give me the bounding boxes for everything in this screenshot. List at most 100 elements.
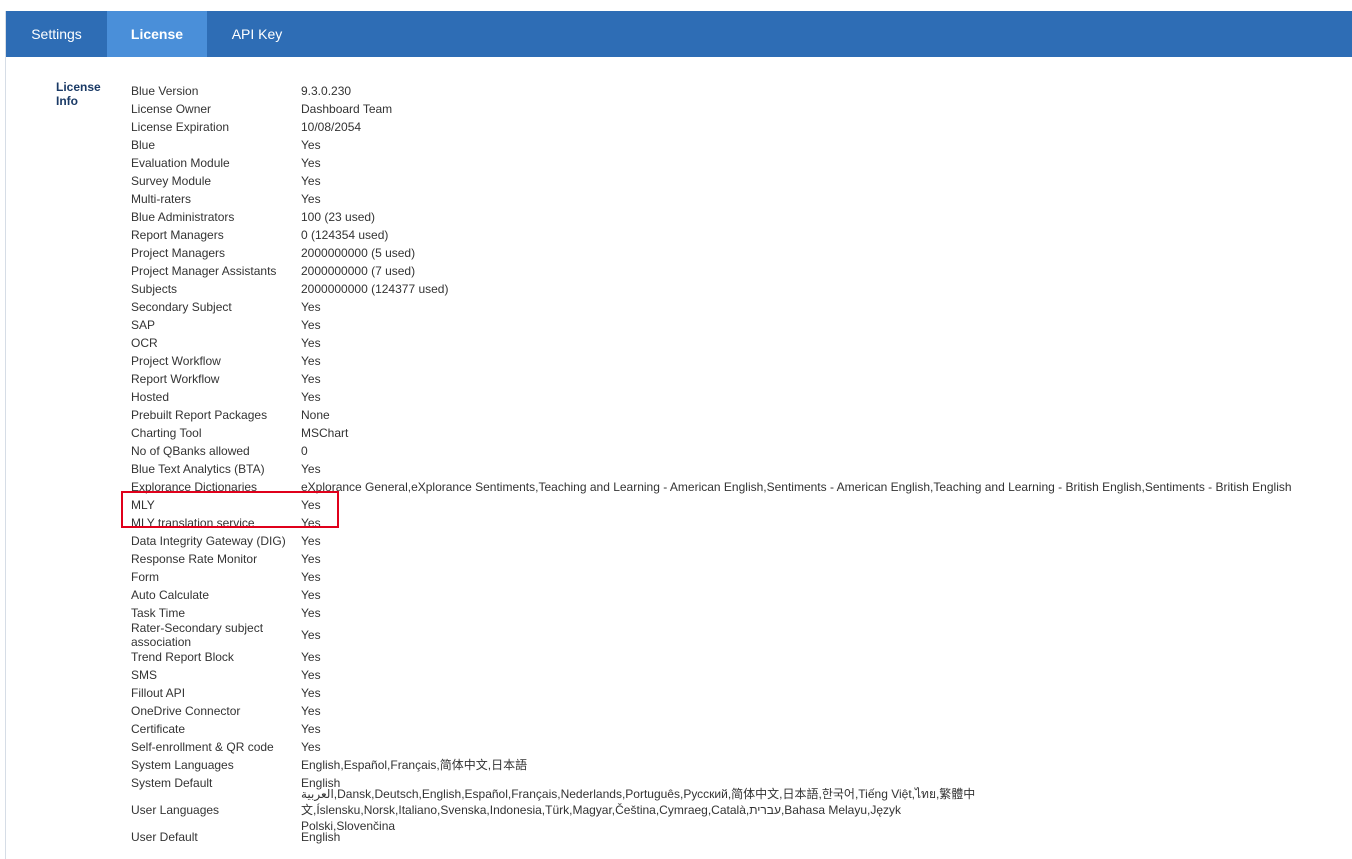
row-value: 2000000000 (5 used)	[301, 246, 416, 260]
row-key: Subjects	[131, 282, 178, 296]
row-project-workflow: Project Workflow Yes	[131, 352, 1351, 370]
row-value: MSChart	[301, 426, 349, 440]
row-key: Project Workflow	[131, 354, 221, 368]
row-subjects: Subjects 2000000000 (124377 used)	[131, 280, 1351, 298]
row-value: Yes	[301, 156, 321, 170]
row-key: Trend Report Block	[131, 650, 234, 664]
row-value: English	[301, 830, 341, 844]
row-value: English,Español,Français,简体中文,日本語	[301, 758, 528, 772]
row-key: Certificate	[131, 722, 186, 736]
row-key: Rater-Secondary subject association	[131, 621, 264, 649]
row-certificate: Certificate Yes	[131, 720, 1351, 738]
row-key: SMS	[131, 668, 158, 682]
row-explorance-dictionaries: Explorance Dictionaries eXplorance Genera…	[131, 478, 1351, 496]
row-key: Blue	[131, 138, 156, 152]
row-key: Blue Administrators	[131, 210, 235, 224]
row-form: Form Yes	[131, 568, 1351, 586]
row-value: Yes	[301, 336, 321, 350]
row-value: Yes	[301, 686, 321, 700]
tab-bar: Settings License API Key	[6, 11, 1352, 57]
row-value: Yes	[301, 588, 321, 602]
row-value: Yes	[301, 668, 321, 682]
license-info-table: Blue Version 9.3.0.230 License Owner Dashb…	[131, 82, 1351, 846]
tab-license[interactable]: License	[107, 11, 207, 57]
row-prebuilt-report-packages: Prebuilt Report Packages None	[131, 406, 1351, 424]
row-data-integrity-gateway: Data Integrity Gateway (DIG) Yes	[131, 532, 1351, 550]
row-onedrive-connector: OneDrive Connector Yes	[131, 702, 1351, 720]
row-mly-translation-service: MLY translation service Yes	[131, 514, 1351, 532]
row-value: Yes	[301, 704, 321, 718]
row-value: 100 (23 used)	[301, 210, 376, 224]
row-license-owner: License Owner Dashboard Team	[131, 100, 1351, 118]
row-key: SAP	[131, 318, 156, 332]
row-rater-secondary-subject: Rater-Secondary subject association Yes	[131, 621, 1351, 649]
row-key: Multi-raters	[131, 192, 192, 206]
row-key: MLY translation service	[131, 516, 255, 530]
row-value: 9.3.0.230	[301, 84, 352, 98]
row-key: Project Managers	[131, 246, 226, 260]
row-key: Survey Module	[131, 174, 212, 188]
row-blue-version: Blue Version 9.3.0.230	[131, 82, 1351, 100]
row-key: No of QBanks allowed	[131, 444, 250, 458]
row-value: Yes	[301, 192, 321, 206]
row-self-enrollment: Self-enrollment & QR code Yes	[131, 738, 1351, 756]
row-key: License Owner	[131, 102, 212, 116]
row-value: 2000000000 (7 used)	[301, 264, 416, 278]
row-task-time: Task Time Yes	[131, 604, 1351, 622]
row-blue-administrators: Blue Administrators 100 (23 used)	[131, 208, 1351, 226]
row-blue: Blue Yes	[131, 136, 1351, 154]
row-user-languages: User Languages العربية,Dansk,Deutsch,Engl…	[131, 787, 1351, 833]
row-key: Prebuilt Report Packages	[131, 408, 268, 422]
row-key: Project Manager Assistants	[131, 264, 277, 278]
row-blue-text-analytics: Blue Text Analytics (BTA) Yes	[131, 460, 1351, 478]
row-sms: SMS Yes	[131, 666, 1351, 684]
row-key: OneDrive Connector	[131, 704, 241, 718]
row-value: Yes	[301, 534, 321, 548]
row-value: Yes	[301, 372, 321, 386]
row-key: MLY	[131, 498, 155, 512]
row-sap: SAP Yes	[131, 316, 1351, 334]
row-multi-raters: Multi-raters Yes	[131, 190, 1351, 208]
row-report-workflow: Report Workflow Yes	[131, 370, 1351, 388]
row-key: User Default	[131, 830, 198, 844]
row-value: Yes	[301, 138, 321, 152]
row-value: Yes	[301, 628, 321, 642]
row-evaluation-module: Evaluation Module Yes	[131, 154, 1351, 172]
license-panel: Settings License API Key License Info Bl…	[5, 11, 1352, 859]
row-key: Form	[131, 570, 159, 584]
row-user-default: User Default English	[131, 828, 1351, 846]
row-key: License Expiration	[131, 120, 230, 134]
row-key: Charting Tool	[131, 426, 202, 440]
row-key: Blue Text Analytics (BTA)	[131, 462, 265, 476]
row-value: None	[301, 408, 330, 422]
row-value: العربية,Dansk,Deutsch,English,Español,Fr…	[301, 787, 976, 833]
row-response-rate-monitor: Response Rate Monitor Yes	[131, 550, 1351, 568]
row-key: Self-enrollment & QR code	[131, 740, 274, 754]
row-key: System Languages	[131, 758, 234, 772]
row-value: Yes	[301, 570, 321, 584]
row-system-languages: System Languages English,Español,Français…	[131, 756, 1351, 774]
row-secondary-subject: Secondary Subject Yes	[131, 298, 1351, 316]
row-value: Yes	[301, 174, 321, 188]
tab-api-key[interactable]: API Key	[207, 11, 307, 57]
row-value: Yes	[301, 516, 321, 530]
row-value: Yes	[301, 650, 321, 664]
row-key: Task Time	[131, 606, 186, 620]
row-auto-calculate: Auto Calculate Yes	[131, 586, 1351, 604]
tab-settings[interactable]: Settings	[6, 11, 107, 57]
row-value: 0 (124354 used)	[301, 228, 389, 242]
row-key: Secondary Subject	[131, 300, 232, 314]
row-hosted: Hosted Yes	[131, 388, 1351, 406]
row-value: Yes	[301, 318, 321, 332]
row-value: Yes	[301, 740, 321, 754]
row-project-manager-assistants: Project Manager Assistants 2000000000 (7 …	[131, 262, 1351, 280]
row-value: Dashboard Team	[301, 102, 393, 116]
row-key: Hosted	[131, 390, 170, 404]
row-value: Yes	[301, 552, 321, 566]
row-value: Yes	[301, 354, 321, 368]
row-fillout-api: Fillout API Yes	[131, 684, 1351, 702]
row-report-managers: Report Managers 0 (124354 used)	[131, 226, 1351, 244]
row-project-managers: Project Managers 2000000000 (5 used)	[131, 244, 1351, 262]
row-mly: MLY Yes	[131, 496, 1351, 514]
row-value: Yes	[301, 300, 321, 314]
